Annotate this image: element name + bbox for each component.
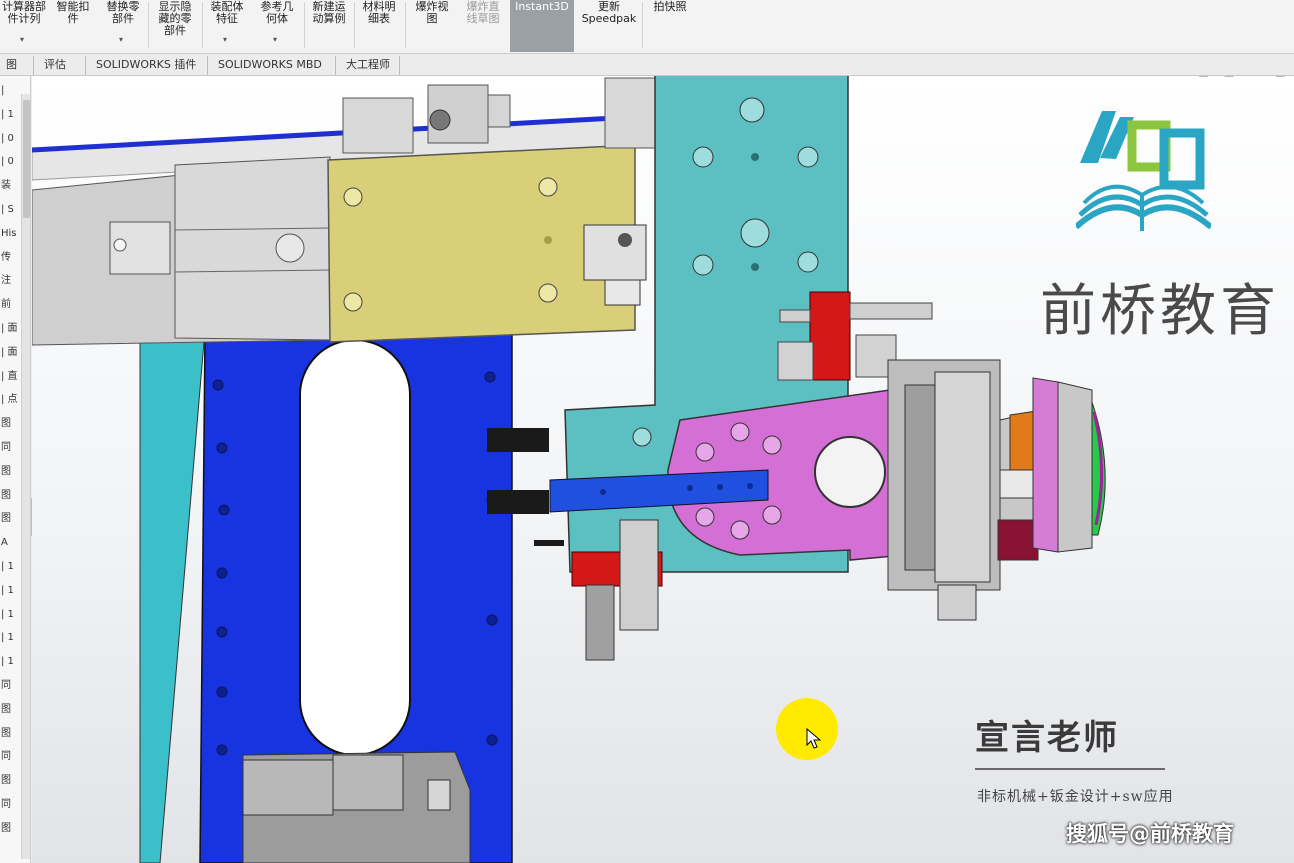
- solidworks-window: 计算器部 件计列 ▾ 智能扣 件 替换零 部件 ▾ 显示隐 藏的零 部件 装配体 特…: [0, 0, 1294, 863]
- ribbon-button-label: 拍快照: [653, 0, 687, 13]
- chevron-down-icon[interactable]: ▾: [20, 34, 24, 46]
- finger-plate: [1032, 377, 1059, 553]
- minimize-icon[interactable]: —: [1249, 76, 1261, 78]
- ribbon-button-show-hidden-components[interactable]: 显示隐 藏的零 部件: [150, 0, 200, 52]
- ribbon-button-label: 材料明 细表: [362, 0, 396, 25]
- tree-item[interactable]: | 1: [0, 584, 20, 598]
- tab-evaluate[interactable]: 评估: [38, 56, 86, 75]
- tree-item[interactable]: | 1: [0, 631, 20, 645]
- tab-drawing[interactable]: 图: [0, 56, 34, 75]
- tree-item[interactable]: | 1: [0, 108, 20, 122]
- ribbon-button-label: 计算器部 件计列: [2, 0, 46, 25]
- tree-item[interactable]: 同: [0, 679, 20, 693]
- chevron-down-icon[interactable]: ▾: [119, 34, 123, 46]
- tile-icon[interactable]: ◰: [1223, 76, 1234, 78]
- viewport-window-controls: ◫ ◰ — □: [1198, 76, 1286, 78]
- mouse-pointer-icon: [806, 728, 822, 749]
- maximize-icon[interactable]: □: [1275, 76, 1286, 78]
- chevron-down-icon[interactable]: ▾: [223, 34, 227, 46]
- tree-item[interactable]: |: [0, 84, 20, 98]
- plate-slot: [299, 339, 411, 756]
- tree-item[interactable]: 前: [0, 298, 20, 312]
- brand-logo: [1076, 111, 1211, 231]
- tree-item[interactable]: His: [0, 227, 20, 241]
- ribbon-button-label: 智能扣 件: [56, 0, 90, 25]
- tree-item[interactable]: | 直: [0, 370, 20, 384]
- ribbon-button-explode-line-sketch[interactable]: 爆炸直 线草图: [458, 0, 508, 52]
- tree-item[interactable]: 传: [0, 251, 20, 265]
- ribbon-button-label: 替换零 部件: [106, 0, 140, 25]
- tree-item[interactable]: | 面: [0, 322, 20, 336]
- ribbon-divider: [354, 2, 355, 48]
- ribbon-divider: [405, 2, 406, 48]
- watermark: 搜狐号@前桥教育: [1066, 822, 1234, 846]
- air-fitting: [487, 490, 549, 514]
- tree-item[interactable]: 图: [0, 417, 20, 431]
- tree-item[interactable]: | S: [0, 203, 20, 217]
- tree-item[interactable]: 注: [0, 274, 20, 288]
- ribbon-button-label: 更新 Speedpak: [581, 0, 637, 25]
- tab-engineer[interactable]: 大工程师: [340, 56, 400, 75]
- ribbon-divider: [304, 2, 305, 48]
- tree-item[interactable]: 图: [0, 727, 20, 741]
- ribbon-button-take-snapshot[interactable]: 拍快照: [646, 0, 694, 52]
- course-subtitle: 非标机械+钣金设计+sw应用: [977, 789, 1174, 805]
- ribbon-button-label: 爆炸视 图: [415, 0, 449, 25]
- tree-item[interactable]: | 1: [0, 608, 20, 622]
- ribbon-button-instant3d[interactable]: Instant3D: [510, 0, 574, 52]
- brand-name: 前桥教育: [1040, 279, 1280, 344]
- tree-item[interactable]: 同: [0, 798, 20, 812]
- ribbon-button-replace-components[interactable]: 替换零 部件 ▾: [100, 0, 146, 52]
- tree-item[interactable]: A: [0, 536, 20, 550]
- ribbon-button-assembly-features[interactable]: 装配体 特征 ▾: [204, 0, 250, 52]
- tree-item[interactable]: | 面: [0, 346, 20, 360]
- tree-item[interactable]: | 点: [0, 393, 20, 407]
- tab-solidworks-addins[interactable]: SOLIDWORKS 插件: [90, 56, 208, 75]
- ribbon-divider: [202, 2, 203, 48]
- ribbon-button-label: 显示隐 藏的零 部件: [158, 0, 192, 37]
- red-stopper-block: [809, 291, 851, 381]
- tree-item[interactable]: 图: [0, 465, 20, 479]
- ribbon-divider: [642, 2, 643, 48]
- tree-item[interactable]: | 0: [0, 132, 20, 146]
- ribbon-button-exploded-view[interactable]: 爆炸视 图: [408, 0, 456, 52]
- teacher-name: 宣言老师: [975, 718, 1119, 758]
- ribbon-button-label: Instant3D: [515, 0, 569, 13]
- sensor-block: [342, 97, 414, 154]
- signature-underline: [975, 768, 1165, 770]
- ribbon-button-smart-fasteners[interactable]: 智能扣 件: [50, 0, 96, 52]
- ribbon-button-label: 新建运 动算例: [312, 0, 346, 25]
- ribbon-button-new-motion-study[interactable]: 新建运 动算例: [306, 0, 352, 52]
- teal-side-plate: [139, 329, 206, 863]
- ribbon-button-reference-geometry[interactable]: 参考几 何体 ▾: [252, 0, 302, 52]
- tree-item[interactable]: | 1: [0, 560, 20, 574]
- ribbon-button-update-speedpak[interactable]: 更新 Speedpak: [578, 0, 640, 52]
- ribbon-button-label: 爆炸直 线草图: [466, 0, 500, 25]
- tab-solidworks-mbd[interactable]: SOLIDWORKS MBD: [212, 56, 336, 75]
- air-fitting: [487, 428, 549, 452]
- tree-item[interactable]: 同: [0, 750, 20, 764]
- tree-item[interactable]: 图: [0, 512, 20, 526]
- ribbon-button-label: 装配体 特征: [210, 0, 244, 25]
- tree-item[interactable]: 图: [0, 489, 20, 503]
- tree-item[interactable]: | 1: [0, 655, 20, 669]
- scrollbar-thumb[interactable]: [23, 100, 30, 218]
- tree-item[interactable]: 图: [0, 822, 20, 836]
- ribbon-button-label: 参考几 何体: [260, 0, 294, 25]
- feature-manager-tree: | | 1 | 0 | 0 装 | S His 传注前 | 面 | 面 | 直 | 点图同图图图 A | …: [0, 76, 31, 863]
- ribbon-divider: [148, 2, 149, 48]
- chevron-down-icon[interactable]: ▾: [273, 34, 277, 46]
- ribbon-button-component-pattern[interactable]: 计算器部 件计列 ▾: [0, 0, 48, 52]
- ribbon-toolbar: 计算器部 件计列 ▾ 智能扣 件 替换零 部件 ▾ 显示隐 藏的零 部件 装配体 特…: [0, 0, 1294, 54]
- tree-item[interactable]: 同: [0, 441, 20, 455]
- ribbon-button-bill-of-materials[interactable]: 材料明 细表: [356, 0, 402, 52]
- tree-item[interactable]: | 0: [0, 155, 20, 169]
- tree-item[interactable]: 装: [0, 179, 20, 193]
- tree-item[interactable]: 图: [0, 703, 20, 717]
- tree-scrollbar[interactable]: [21, 94, 30, 859]
- restore-icon[interactable]: ◫: [1198, 76, 1209, 78]
- command-manager-tabs: 图 评估 SOLIDWORKS 插件 SOLIDWORKS MBD 大工程师: [0, 54, 1294, 76]
- tree-item[interactable]: 图: [0, 774, 20, 788]
